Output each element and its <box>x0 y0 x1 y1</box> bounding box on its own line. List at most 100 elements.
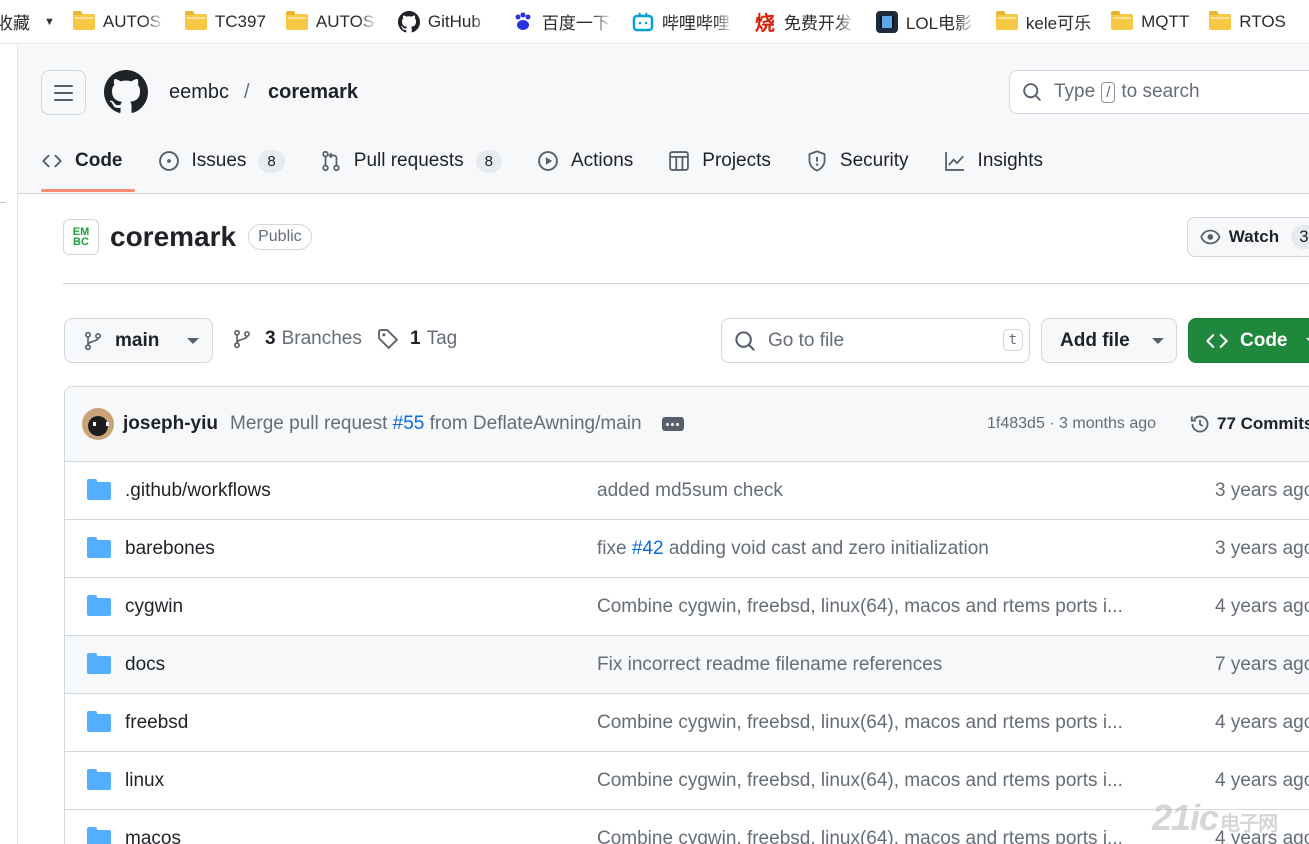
breadcrumb-owner-link[interactable]: eembc <box>169 81 229 104</box>
table-row[interactable]: macos Combine cygwin, freebsd, linux(64)… <box>65 810 1309 844</box>
commit-message-link[interactable]: Fix incorrect readme filename references <box>597 654 942 676</box>
file-name-link[interactable]: .github/workflows <box>125 480 271 502</box>
bookmark-item[interactable]: LOL电影 <box>875 9 976 34</box>
table-row[interactable]: docs Fix incorrect readme filename refer… <box>65 636 1309 694</box>
repo-name[interactable]: coremark <box>110 221 236 253</box>
table-row[interactable]: cygwin Combine cygwin, freebsd, linux(64… <box>65 578 1309 636</box>
chevron-down-icon <box>1305 337 1309 344</box>
commit-message-text: Combine cygwin, freebsd, linux(64), maco… <box>597 711 1123 733</box>
bookmarks-lead-label: 收藏 <box>0 14 30 33</box>
file-name-link[interactable]: freebsd <box>125 712 188 734</box>
avatar[interactable] <box>82 408 114 440</box>
commit-age: 7 years ago <box>1215 653 1309 675</box>
commit-message[interactable]: Merge pull request #55 from DeflateAwnin… <box>230 413 642 435</box>
tab-code[interactable]: Code <box>41 145 134 192</box>
tab-actions[interactable]: Actions <box>537 145 633 177</box>
commit-author-link[interactable]: joseph-yiu <box>123 413 218 435</box>
bookmarks-folder-button[interactable]: 收藏 ▼ <box>0 9 73 34</box>
watch-label: Watch <box>1228 227 1280 246</box>
folder-icon <box>285 10 308 30</box>
commit-sha-age[interactable]: 1f483d5 · 3 months ago <box>987 415 1156 433</box>
folder-icon <box>995 10 1018 30</box>
bookmark-label: LOL电影 <box>906 9 976 34</box>
bookmark-item[interactable]: MQTT <box>1111 10 1190 32</box>
repo-tabs: Code Issues 8 Pull requests 8 Actions Pr… <box>41 145 1078 193</box>
global-search-input[interactable]: Type / to search <box>1009 70 1309 114</box>
bookmark-item[interactable]: 百度一下 <box>511 9 612 34</box>
folder-icon <box>87 479 111 500</box>
folder-icon <box>1111 10 1134 30</box>
commits-history-link[interactable]: 77 Commits <box>1189 413 1309 435</box>
bookmark-item[interactable]: TC397 <box>184 10 266 32</box>
tab-label: Security <box>839 150 909 171</box>
bookmark-item[interactable]: AUTOS <box>72 10 165 32</box>
folder-icon <box>1209 10 1232 30</box>
github-logo-icon[interactable] <box>104 70 148 114</box>
bookmark-label: AUTOS <box>103 11 165 32</box>
search-prefix: Type <box>1054 81 1096 102</box>
bookmark-item[interactable]: AUTOS <box>285 10 378 32</box>
branch-select-button[interactable]: main <box>64 318 213 363</box>
commit-message-link[interactable]: fixe #42 adding void cast and zero initi… <box>597 538 989 560</box>
branches-label: Branches <box>281 328 362 349</box>
branches-link[interactable]: 3 Branches <box>232 328 362 350</box>
hamburger-menu-button[interactable] <box>41 70 86 115</box>
repo-owner-avatar[interactable]: EM BC <box>63 219 99 255</box>
commit-message-link[interactable]: added md5sum check <box>597 480 783 502</box>
folder-icon <box>87 711 111 732</box>
bookmark-item[interactable]: kele可乐 <box>995 9 1091 34</box>
commit-message-text: Combine cygwin, freebsd, linux(64), maco… <box>597 769 1123 791</box>
file-name-link[interactable]: linux <box>125 770 164 792</box>
bookmark-item[interactable]: 烧 免费开发 <box>753 9 856 35</box>
folder-icon <box>87 537 111 558</box>
pull-request-link[interactable]: #55 <box>393 413 425 434</box>
file-name-link[interactable]: cygwin <box>125 596 183 618</box>
tab-pull-requests[interactable]: Pull requests 8 <box>320 145 502 177</box>
table-row[interactable]: barebones fixe #42 adding void cast and … <box>65 520 1309 578</box>
tab-label: Pull requests <box>353 150 464 171</box>
visibility-badge: Public <box>248 224 312 250</box>
baidu-paw-icon <box>511 10 534 33</box>
bookmark-item[interactable]: RTOS <box>1209 10 1286 32</box>
tab-projects[interactable]: Projects <box>668 145 771 177</box>
bookmark-item[interactable]: GitHub <box>397 10 492 33</box>
flame-icon: 烧 <box>753 10 776 35</box>
tab-security[interactable]: Security <box>806 145 909 177</box>
bookmark-item[interactable]: 哔哩哔哩 <box>631 9 734 34</box>
avatar-text-bottom: BC <box>73 236 89 248</box>
repo-title-row: EM BC coremark Public <box>63 219 312 255</box>
graph-icon <box>944 150 966 172</box>
table-row[interactable]: linux Combine cygwin, freebsd, linux(64)… <box>65 752 1309 810</box>
commit-message-link[interactable]: Combine cygwin, freebsd, linux(64), maco… <box>597 712 1123 734</box>
go-to-file-input[interactable]: Go to file t <box>721 318 1030 363</box>
commit-message-link[interactable]: Combine cygwin, freebsd, linux(64), maco… <box>597 828 1123 844</box>
code-dropdown-button[interactable]: Code <box>1188 318 1309 363</box>
search-suffix: to search <box>1121 81 1200 102</box>
add-file-button[interactable]: Add file <box>1041 318 1177 363</box>
file-name-link[interactable]: macos <box>125 828 181 844</box>
commit-message-link[interactable]: Combine cygwin, freebsd, linux(64), maco… <box>597 596 1123 618</box>
bookmark-label: 免费开发 <box>784 9 856 34</box>
tab-issues[interactable]: Issues 8 <box>158 145 285 177</box>
commit-age: 3 years ago <box>1215 537 1309 559</box>
tags-link[interactable]: 1 Tag <box>377 328 457 350</box>
shield-icon <box>806 150 828 172</box>
commit-message-prefix: Merge pull request <box>230 413 388 434</box>
commit-message-link[interactable]: Combine cygwin, freebsd, linux(64), maco… <box>597 770 1123 792</box>
file-name-link[interactable]: docs <box>125 654 165 676</box>
commit-message-suffix: from DeflateAwning/main <box>429 413 642 434</box>
table-icon <box>668 150 690 172</box>
table-row[interactable]: .github/workflows added md5sum check 3 y… <box>65 462 1309 520</box>
file-name-link[interactable]: barebones <box>125 538 215 560</box>
search-shortcut-key: / <box>1101 81 1116 103</box>
breadcrumb-repo-link[interactable]: coremark <box>268 81 358 104</box>
expand-commit-message-button[interactable] <box>661 417 684 431</box>
watch-button[interactable]: Watch 36 <box>1187 217 1309 257</box>
table-row[interactable]: freebsd Combine cygwin, freebsd, linux(6… <box>65 694 1309 752</box>
code-button-label: Code <box>1240 329 1288 351</box>
tab-insights[interactable]: Insights <box>944 145 1043 177</box>
chevron-down-icon <box>1151 337 1164 344</box>
bookmark-label: MQTT <box>1141 11 1190 31</box>
git-branch-icon <box>234 329 250 349</box>
issue-link[interactable]: #42 <box>632 538 664 559</box>
